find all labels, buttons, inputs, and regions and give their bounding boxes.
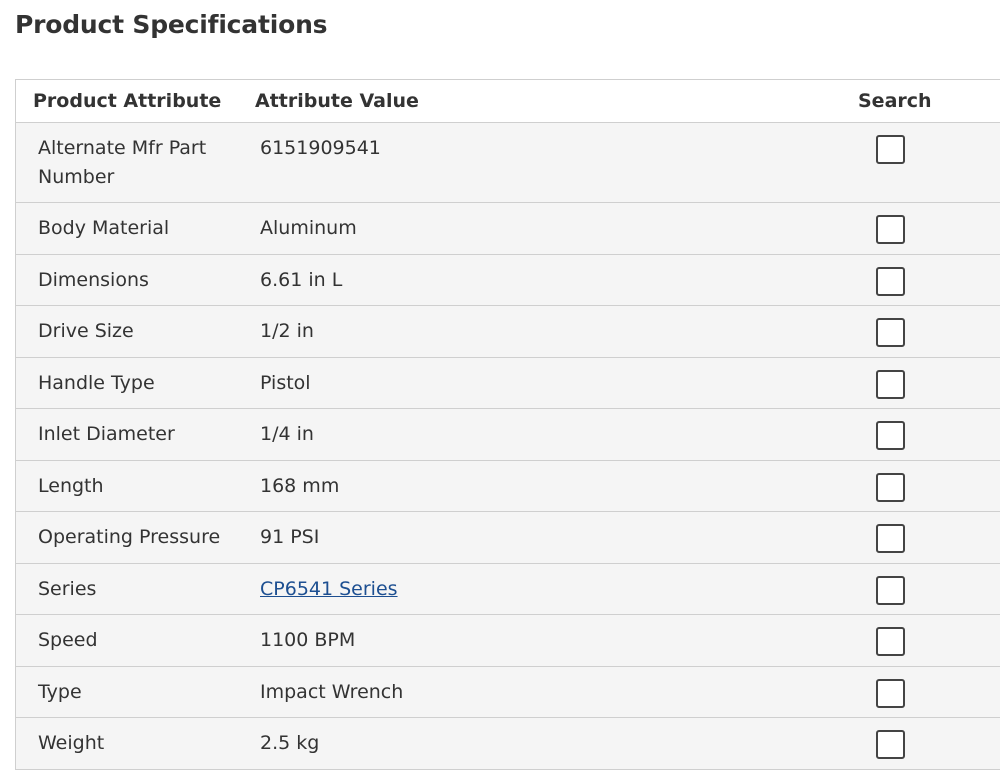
attribute-name: Alternate Mfr Part Number (38, 137, 207, 188)
table-row: Body Material Aluminum (16, 203, 1000, 255)
attribute-name: Length (38, 474, 104, 497)
attribute-name: Handle Type (38, 371, 155, 394)
attribute-name: Drive Size (38, 320, 134, 342)
search-checkbox[interactable] (876, 472, 905, 502)
table-row: Series CP6541 Series (16, 563, 1000, 615)
table-row: Operating Pressure 91 PSI (16, 512, 1000, 564)
series-link[interactable]: CP6541 Series (260, 578, 398, 600)
search-checkbox[interactable] (876, 575, 905, 605)
table-row: Dimensions 6.61 in L (16, 254, 1000, 306)
table-header-row: Product Attribute Attribute Value Search (16, 80, 1000, 123)
search-checkbox[interactable] (876, 678, 905, 708)
header-search: Search (858, 90, 932, 112)
table-row: Speed 1100 BPM (16, 615, 1000, 667)
header-product-attribute: Product Attribute (33, 90, 222, 112)
attribute-value: 1/4 in (260, 423, 314, 445)
attribute-value: Pistol (260, 371, 311, 394)
search-checkbox[interactable] (876, 318, 905, 347)
search-checkbox[interactable] (876, 421, 905, 450)
attribute-value: 2.5 kg (260, 732, 320, 754)
attribute-value: 1100 BPM (260, 629, 356, 651)
search-checkbox[interactable] (876, 266, 905, 296)
table-row: Type Impact Wrench (16, 666, 1000, 718)
attribute-name: Type (38, 680, 82, 703)
search-checkbox[interactable] (876, 730, 905, 759)
attribute-name: Weight (38, 732, 105, 754)
attribute-name: Inlet Diameter (38, 423, 175, 445)
table-row: Handle Type Pistol (16, 357, 1000, 409)
attribute-name: Speed (38, 629, 98, 651)
search-checkbox[interactable] (876, 369, 905, 399)
attribute-name: Body Material (38, 217, 170, 239)
attribute-value: 91 PSI (260, 526, 320, 548)
table-row: Length 168 mm (16, 460, 1000, 512)
attribute-name: Operating Pressure (38, 526, 221, 548)
attribute-value: Impact Wrench (260, 680, 404, 703)
attribute-value: 168 mm (260, 474, 340, 497)
attribute-name: Dimensions (38, 268, 149, 291)
attribute-value: 6.61 in L (260, 268, 343, 291)
page-title: Product Specifications (15, 10, 328, 39)
search-checkbox[interactable] (876, 524, 905, 553)
search-checkbox[interactable] (876, 627, 905, 656)
table-row: Inlet Diameter 1/4 in (16, 409, 1000, 461)
table-row: Drive Size 1/2 in (16, 306, 1000, 358)
header-attribute-value: Attribute Value (255, 90, 419, 112)
attribute-value: Aluminum (260, 217, 357, 239)
attribute-name: Series (38, 577, 97, 600)
table-row: Weight 2.5 kg (16, 718, 1000, 770)
specifications-table: Product Attribute Attribute Value Search… (15, 79, 1000, 770)
attribute-value: 1/2 in (260, 320, 314, 342)
search-checkbox[interactable] (876, 135, 905, 164)
search-checkbox[interactable] (876, 215, 905, 244)
table-row: Alternate Mfr Part Number 6151909541 (16, 123, 1000, 203)
attribute-value: 6151909541 (260, 137, 381, 159)
